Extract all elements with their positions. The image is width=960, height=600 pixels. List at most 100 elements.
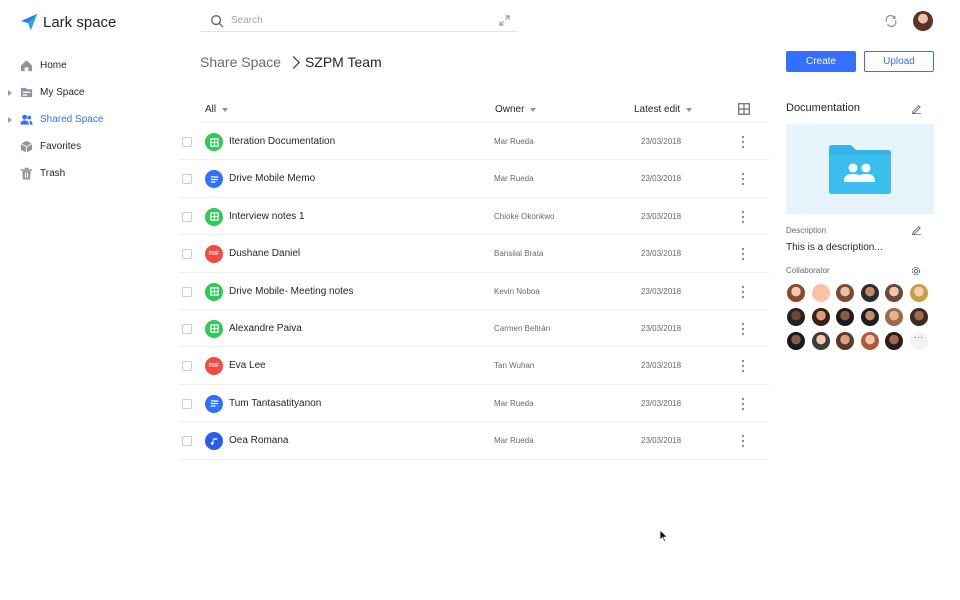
row-checkbox[interactable] (182, 137, 192, 147)
row-checkbox[interactable] (182, 211, 192, 222)
edit-description-icon[interactable] (911, 224, 922, 235)
row-checkbox[interactable] (182, 286, 192, 297)
file-name[interactable]: Oea Romana (229, 435, 288, 446)
sidebar-item-trash[interactable]: Trash (0, 160, 180, 187)
filter-all-dropdown[interactable]: All (205, 104, 229, 115)
collaborator-avatar[interactable] (787, 284, 805, 302)
sidebar-item-favorites[interactable]: Favorites (0, 133, 180, 160)
row-checkbox[interactable] (182, 398, 192, 409)
folder-preview (786, 124, 934, 214)
row-checkbox[interactable] (182, 249, 192, 260)
more-options-icon[interactable] (740, 360, 746, 373)
collaborator-avatar[interactable] (811, 332, 830, 350)
file-name[interactable]: Alexandre Paiva (229, 323, 302, 334)
page-title: SZPM Team (304, 54, 382, 70)
file-name[interactable]: Interview notes 1 (229, 211, 305, 222)
collaborator-avatar[interactable] (909, 284, 928, 302)
collaborator-avatar[interactable] (885, 284, 903, 302)
file-date: 23/03/2018 (641, 249, 682, 259)
more-options-icon[interactable] (740, 136, 746, 148)
pdf-icon: PDF (205, 245, 223, 264)
table-row[interactable]: Iteration Documentation Mar Rueda 23/03/20… (180, 123, 770, 161)
table-row[interactable]: Alexandre Paiva Carmen Beltrán 23/03/2018 (180, 310, 770, 348)
file-owner: Mar Rueda (494, 398, 534, 408)
search-input[interactable] (231, 15, 481, 26)
more-options-icon[interactable] (740, 285, 746, 298)
collaborator-avatar[interactable] (836, 332, 854, 350)
create-button[interactable]: Create (786, 51, 856, 72)
more-options-icon[interactable] (740, 210, 746, 223)
file-owner: Mar Rueda (494, 174, 534, 184)
upload-button[interactable]: Upload (864, 51, 934, 72)
sidebar: Home My Space Shared Space Favorites Tra… (0, 52, 180, 187)
sheet-icon (205, 319, 223, 338)
sync-icon[interactable] (884, 14, 898, 28)
collaborator-avatar[interactable] (836, 284, 854, 302)
file-date: 23/03/2018 (641, 174, 682, 184)
latest-edit-sort-dropdown[interactable]: Latest edit (634, 104, 693, 115)
more-collaborators-button[interactable]: ··· (909, 332, 928, 350)
collaborator-avatars: ··· (787, 284, 932, 350)
table-row[interactable]: PDF Eva Lee Tan Wuhan 23/03/2018 (180, 347, 770, 385)
more-options-icon[interactable] (740, 435, 746, 448)
user-avatar[interactable] (913, 11, 933, 31)
owner-sort-dropdown[interactable]: Owner (495, 104, 537, 115)
row-checkbox[interactable] (182, 361, 192, 372)
home-icon (20, 60, 33, 72)
app-logo[interactable]: Lark space (20, 11, 116, 33)
file-date: 23/03/2018 (641, 137, 682, 146)
file-name[interactable]: Drive Mobile- Meeting notes (229, 286, 354, 297)
file-name[interactable]: Eva Lee (229, 360, 266, 371)
expand-caret-icon[interactable] (8, 117, 12, 123)
search-bar[interactable] (200, 10, 518, 32)
file-owner: Carmen Beltrán (494, 323, 551, 333)
grid-view-icon[interactable] (738, 103, 750, 115)
file-date: 23/03/2018 (641, 211, 682, 221)
sidebar-item-label: Shared Space (40, 114, 104, 125)
table-row[interactable]: Interview notes 1 Chioke Okonkwo 23/03/201… (180, 198, 770, 236)
box-icon (20, 140, 33, 153)
table-row[interactable]: Oea Romana Mar Rueda 23/03/2018 (180, 422, 770, 460)
sidebar-item-home[interactable]: Home (0, 52, 180, 79)
file-name[interactable]: Tum Tantasatityanon (229, 398, 321, 409)
more-options-icon[interactable] (740, 322, 746, 335)
collaborator-avatar[interactable] (787, 332, 805, 350)
collaborator-avatar[interactable] (811, 308, 830, 326)
collaborator-avatar[interactable] (860, 308, 879, 326)
file-name[interactable]: Drive Mobile Memo (229, 173, 315, 184)
edit-title-icon[interactable] (911, 103, 922, 114)
collaborator-avatar[interactable] (860, 284, 879, 302)
file-list-header: All Owner Latest edit (200, 97, 770, 123)
more-options-icon[interactable] (740, 248, 746, 261)
breadcrumb-root-link[interactable]: Share Space (200, 54, 281, 70)
sidebar-item-shared-space[interactable]: Shared Space (0, 106, 180, 133)
collaborator-avatar[interactable] (885, 332, 903, 350)
collaborator-avatar[interactable] (811, 284, 830, 302)
file-date: 23/03/2018 (641, 323, 682, 333)
table-row[interactable]: Drive Mobile- Meeting notes Kevin Noboa 23… (180, 273, 770, 310)
file-date: 23/03/2018 (641, 398, 682, 408)
collaborator-avatar[interactable] (836, 308, 854, 326)
collaborator-avatar[interactable] (860, 332, 879, 350)
table-row[interactable]: PDF Dushane Daniel Bansilal Brata 23/03/201… (180, 235, 770, 273)
file-owner: Chioke Okonkwo (494, 211, 555, 221)
gear-icon[interactable] (910, 265, 922, 277)
expand-icon[interactable] (499, 15, 510, 26)
sidebar-item-my-space[interactable]: My Space (0, 79, 180, 106)
description-label: Description (786, 226, 827, 235)
collaborator-avatar[interactable] (909, 308, 928, 326)
table-row[interactable]: Tum Tantasatityanon Mar Rueda 23/03/2018 (180, 385, 770, 423)
collaborator-avatar[interactable] (787, 308, 805, 326)
expand-caret-icon[interactable] (8, 90, 12, 96)
row-checkbox[interactable] (182, 174, 192, 185)
more-options-icon[interactable] (740, 173, 746, 186)
more-options-icon[interactable] (740, 397, 746, 410)
file-name[interactable]: Dushane Daniel (229, 248, 300, 259)
collaborator-avatar[interactable] (885, 308, 903, 326)
file-name[interactable]: Iteration Documentation (229, 136, 335, 147)
sheet-icon (205, 282, 223, 301)
table-row[interactable]: Drive Mobile Memo Mar Rueda 23/03/2018 (180, 160, 770, 198)
row-checkbox[interactable] (182, 436, 192, 447)
row-checkbox[interactable] (182, 323, 192, 334)
dropdown-arrow-icon (222, 107, 229, 112)
